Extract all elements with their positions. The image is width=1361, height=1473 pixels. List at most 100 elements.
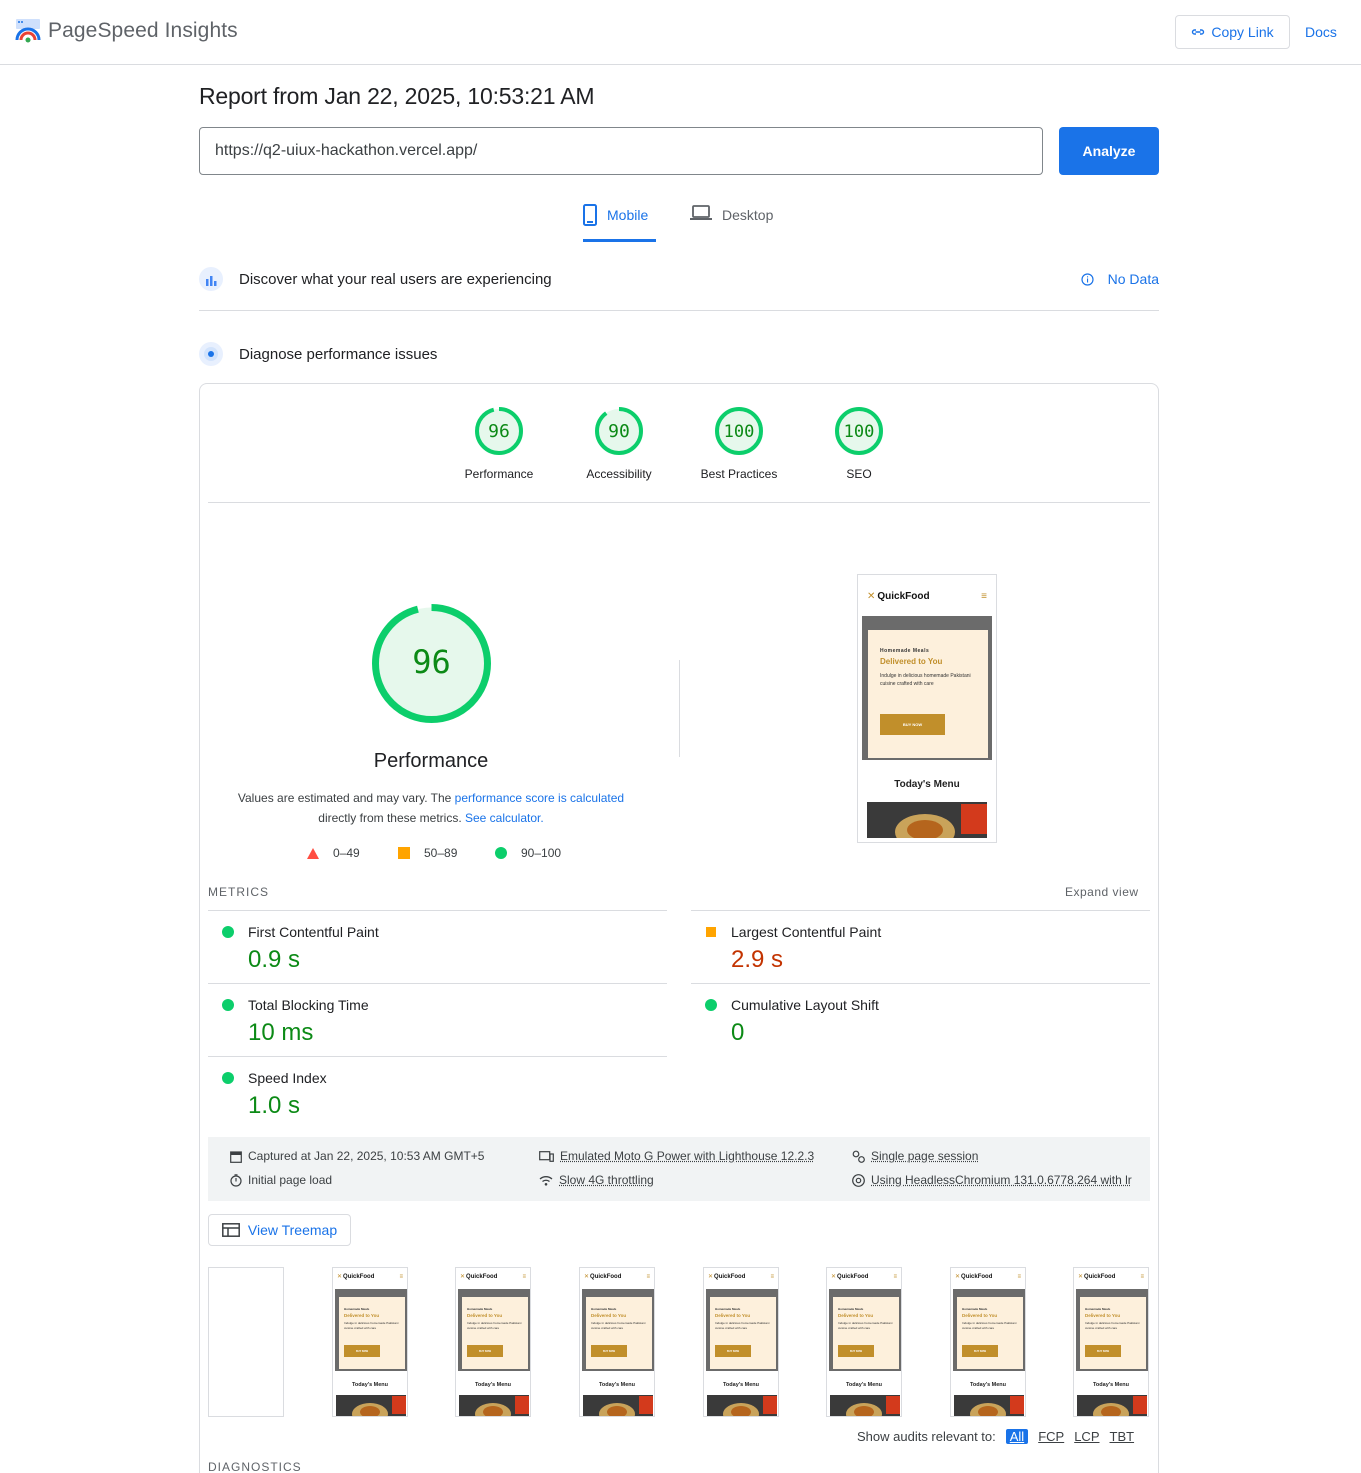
lab-data-section: Diagnose performance issues	[199, 342, 1159, 366]
pagespeed-logo-icon[interactable]	[15, 18, 41, 44]
frame-kicker: Homemade Meals	[344, 1307, 369, 1311]
good-dot-icon	[705, 999, 717, 1011]
divider	[208, 983, 667, 984]
metric-value: 1.0 s	[248, 1092, 300, 1120]
fork-icon: ✕	[1078, 1273, 1083, 1280]
network-throttling[interactable]: Slow 4G throttling	[539, 1173, 654, 1187]
score-gauge-performance[interactable]: 96 Performance	[449, 406, 549, 481]
runtime-settings: Captured at Jan 22, 2025, 10:53 AM GMT+5…	[208, 1137, 1150, 1201]
preview-hero-box: Homemade Meals Delivered to You Indulge …	[868, 630, 988, 758]
frame-headline: Delivered to You	[591, 1313, 626, 1318]
frame-body: Indulge in delicious homemade Pakistani …	[838, 1321, 893, 1331]
tab-desktop-label: Desktop	[722, 207, 773, 223]
throttle-label: Slow 4G throttling	[559, 1173, 654, 1187]
score-label: Best Practices	[689, 467, 789, 481]
metric-value: 0.9 s	[248, 946, 300, 974]
captured-label: Captured at Jan 22, 2025, 10:53 AM GMT+5	[248, 1149, 484, 1163]
analyze-button[interactable]: Analyze	[1059, 127, 1159, 175]
frame-header: ✕ QuickFood ≡	[456, 1273, 530, 1280]
audit-filter: Show audits relevant to: All FCP LCP TBT	[857, 1429, 1134, 1444]
session-type[interactable]: Single page session	[852, 1149, 978, 1163]
copy-link-button[interactable]: Copy Link	[1175, 15, 1290, 49]
filter-tbt[interactable]: TBT	[1110, 1429, 1135, 1444]
device-label: Emulated Moto G Power with Lighthouse 12…	[560, 1149, 814, 1163]
legend-label: 90–100	[521, 846, 561, 860]
score-label: Accessibility	[569, 467, 669, 481]
frame-box: Homemade Meals Delivered to You Indulge in…	[957, 1297, 1023, 1369]
phone-icon	[583, 204, 597, 226]
score-calculated-link[interactable]: performance score is calculated	[455, 791, 624, 805]
tab-mobile[interactable]: Mobile	[583, 204, 656, 242]
wifi-icon	[539, 1175, 553, 1186]
fork-icon: ✕	[584, 1273, 589, 1280]
legend-poor: 0–49	[307, 846, 360, 860]
expand-view-toggle[interactable]: Expand view	[1065, 885, 1139, 899]
score-gauge-best-practices[interactable]: 100 Best Practices	[689, 406, 789, 481]
target-icon	[199, 342, 223, 366]
no-data-status[interactable]: No Data	[1081, 271, 1159, 287]
treemap-label: View Treemap	[248, 1222, 337, 1238]
average-square-icon	[705, 926, 717, 938]
docs-link[interactable]: Docs	[1305, 24, 1337, 40]
frame-headline: Delivered to You	[344, 1313, 379, 1318]
divider	[679, 660, 680, 757]
filter-all[interactable]: All	[1006, 1429, 1028, 1444]
note-text: directly from these metrics.	[318, 811, 465, 825]
tab-desktop[interactable]: Desktop	[690, 204, 773, 242]
preview-kicker: Homemade Meals	[880, 648, 929, 654]
preview-food-image	[867, 802, 987, 838]
frame-body: Indulge in delicious homemade Pakistani …	[1085, 1321, 1140, 1331]
score-label: SEO	[809, 467, 909, 481]
frame-button: BUY NOW	[838, 1345, 874, 1357]
frame-box: Homemade Meals Delivered to You Indulge in…	[833, 1297, 899, 1369]
score-gauge-seo[interactable]: 100 SEO	[809, 406, 909, 481]
filmstrip-frame: ✕ QuickFood ≡ Homemade Meals Delivered to Yo…	[703, 1267, 779, 1417]
metric-name: First Contentful Paint	[248, 924, 379, 940]
session-label: Single page session	[871, 1149, 978, 1163]
calendar-icon	[230, 1150, 242, 1163]
no-data-label: No Data	[1108, 271, 1159, 287]
frame-box: Homemade Meals Delivered to You Indulge in…	[710, 1297, 776, 1369]
frame-menu: Today's Menu	[333, 1382, 407, 1388]
filter-fcp[interactable]: FCP	[1038, 1429, 1064, 1444]
score-gauge-accessibility[interactable]: 90 Accessibility	[569, 406, 669, 481]
final-screenshot[interactable]: ✕ QuickFood ≡ Homemade Meals Delivered to …	[857, 574, 997, 843]
laptop-icon	[690, 204, 712, 222]
preview-brand: QuickFood	[877, 591, 929, 602]
frame-header: ✕ QuickFood ≡	[580, 1273, 654, 1280]
metric-value: 10 ms	[248, 1019, 313, 1047]
emulated-device[interactable]: Emulated Moto G Power with Lighthouse 12…	[539, 1149, 814, 1163]
metric-name: Cumulative Layout Shift	[731, 997, 879, 1013]
audit-filter-label: Show audits relevant to:	[857, 1429, 996, 1444]
frame-kicker: Homemade Meals	[715, 1307, 740, 1311]
frame-body: Indulge in delicious homemade Pakistani …	[467, 1321, 522, 1331]
frame-button: BUY NOW	[715, 1345, 751, 1357]
score-value: 100	[724, 422, 755, 442]
filmstrip-frame: ✕ QuickFood ≡ Homemade Meals Delivered to Yo…	[455, 1267, 531, 1417]
brand-name[interactable]: PageSpeed Insights	[48, 19, 238, 43]
divider	[208, 910, 667, 911]
frame-headline: Delivered to You	[467, 1313, 502, 1318]
filter-lcp[interactable]: LCP	[1074, 1429, 1099, 1444]
score-value: 90	[608, 421, 630, 442]
frame-food	[336, 1395, 406, 1417]
browser-version[interactable]: Using HeadlessChromium 131.0.6778.264 wi…	[852, 1173, 1132, 1187]
metric-name: Largest Contentful Paint	[731, 924, 881, 940]
url-input[interactable]: https://q2-uiux-hackathon.vercel.app/	[199, 127, 1043, 175]
see-calculator-link[interactable]: See calculator.	[465, 811, 544, 825]
fork-icon: ✕	[955, 1273, 960, 1280]
frame-headline: Delivered to You	[838, 1313, 873, 1318]
initial-load: Initial page load	[230, 1173, 332, 1187]
treemap-icon	[222, 1223, 240, 1237]
view-treemap-button[interactable]: View Treemap	[208, 1214, 351, 1246]
frame-brand: QuickFood	[343, 1274, 374, 1280]
timer-icon	[230, 1174, 242, 1187]
frame-box: Homemade Meals Delivered to You Indulge in…	[1080, 1297, 1146, 1369]
frame-button: BUY NOW	[467, 1345, 503, 1357]
frame-food	[954, 1395, 1024, 1417]
good-dot-icon	[222, 1072, 234, 1084]
hamburger-icon: ≡	[522, 1274, 526, 1280]
divider	[208, 502, 1150, 503]
frame-menu: Today's Menu	[580, 1382, 654, 1388]
frame-food	[583, 1395, 653, 1417]
